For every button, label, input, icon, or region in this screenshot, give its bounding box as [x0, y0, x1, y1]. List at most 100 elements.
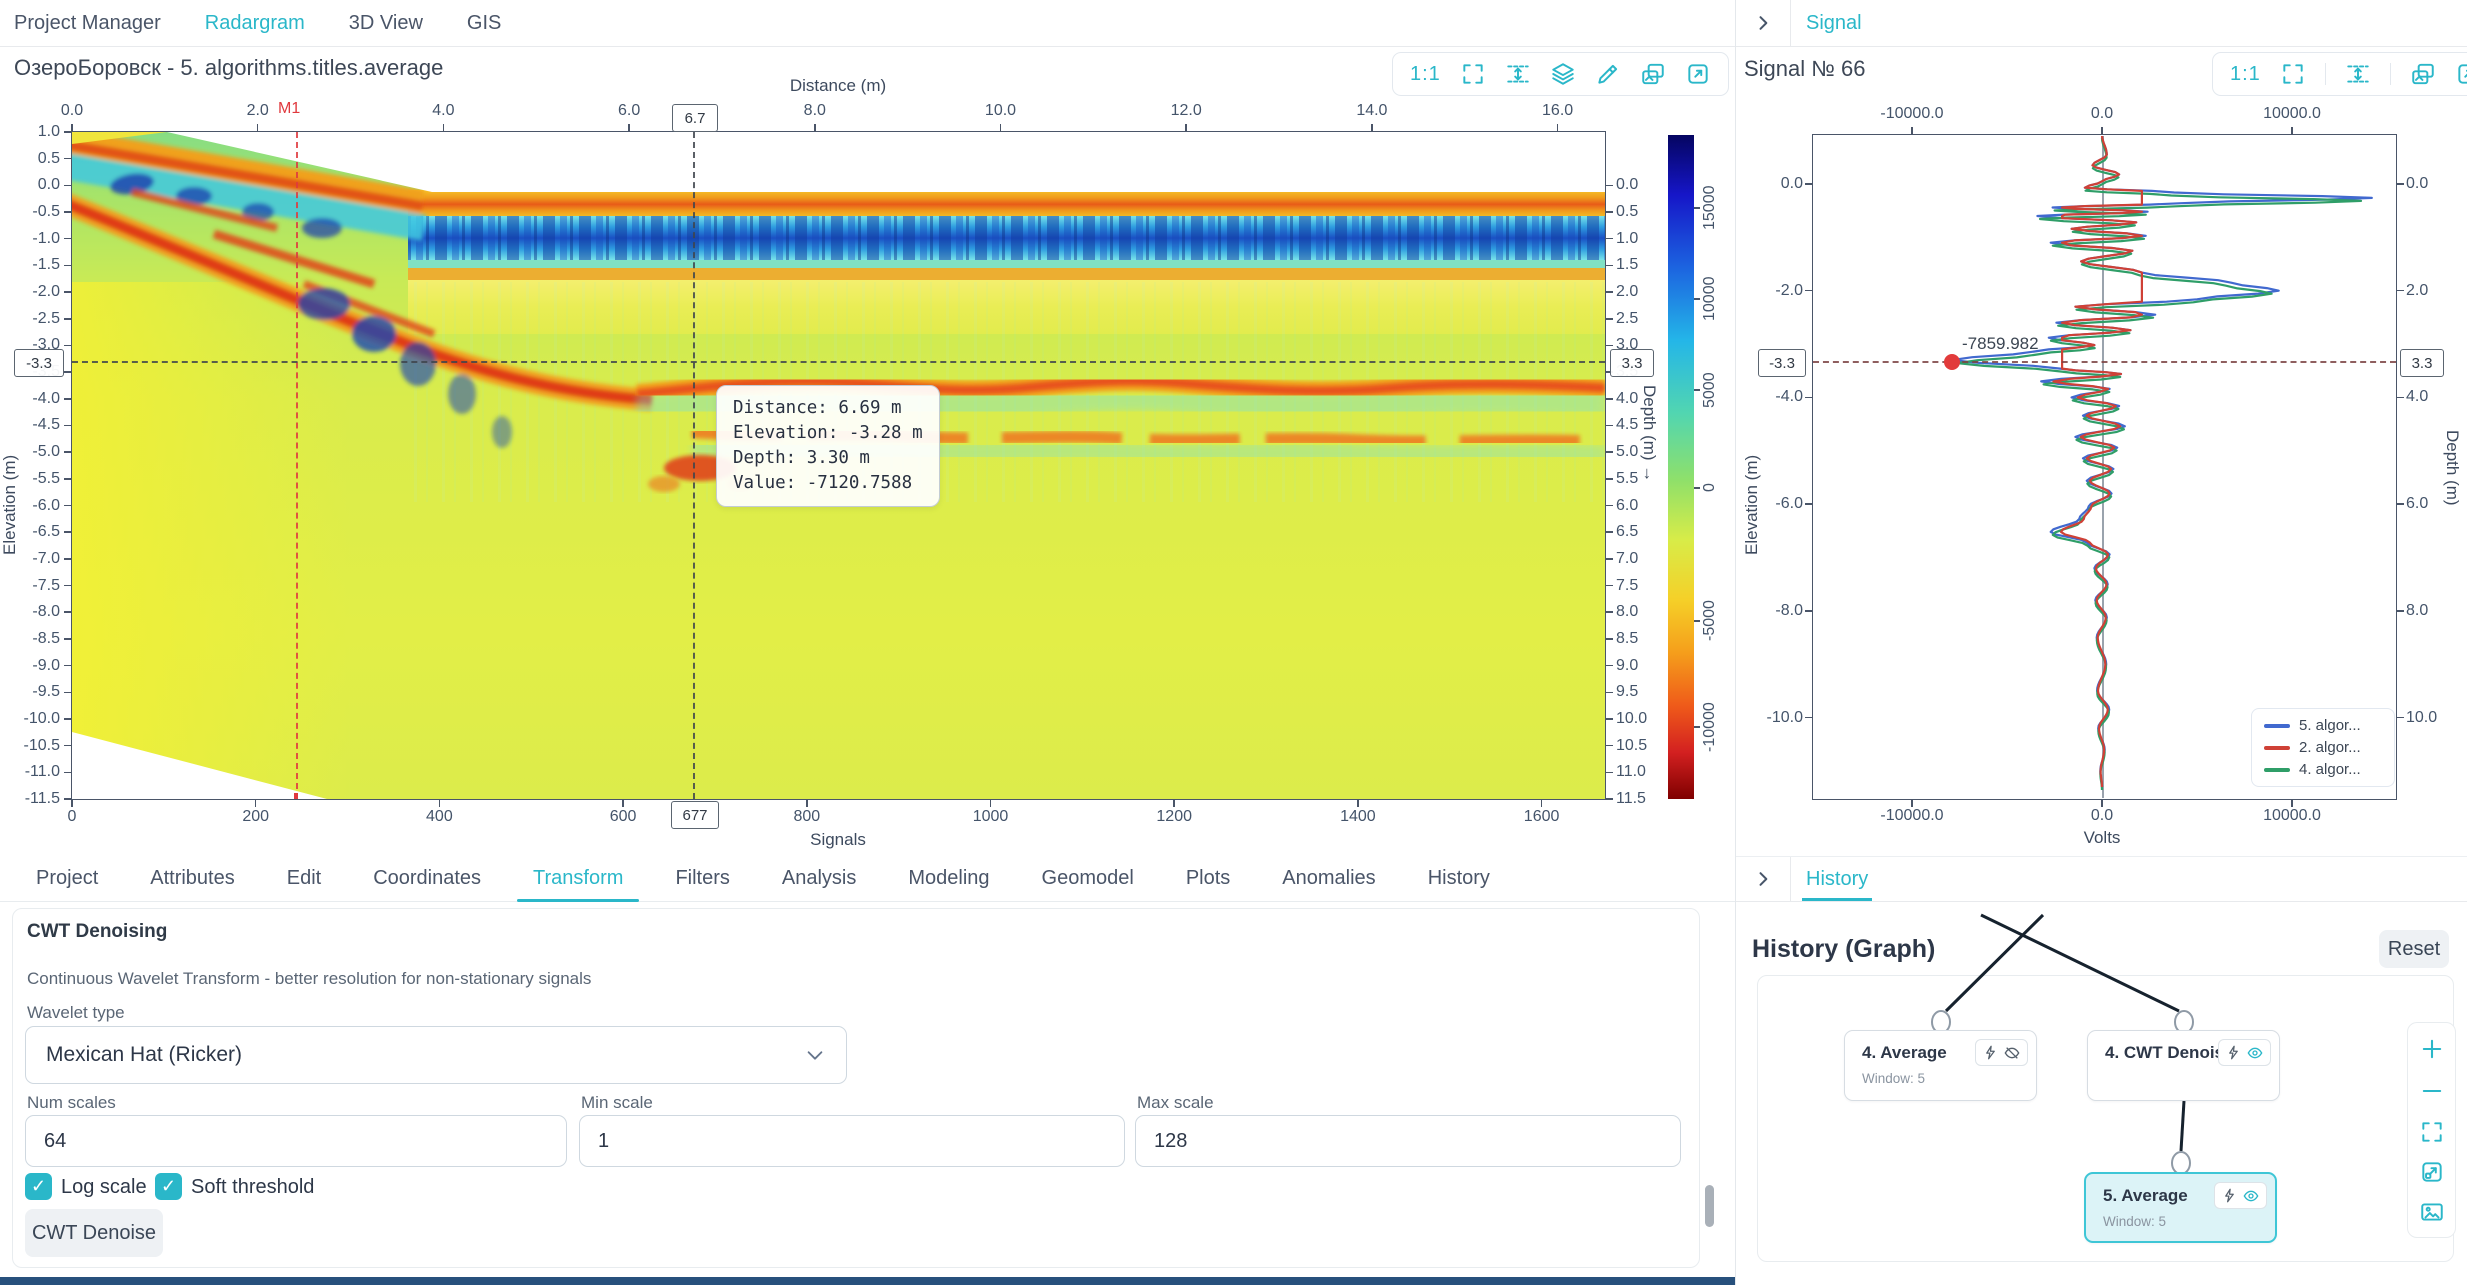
collapse-signal-panel-button[interactable] [1736, 0, 1791, 46]
reset-button[interactable]: Reset [2379, 930, 2449, 968]
history-zoom-in-button[interactable] [2418, 1035, 2446, 1063]
cwt-denoise-button[interactable]: CWT Denoise [25, 1209, 163, 1257]
zap-icon[interactable] [1983, 1045, 1998, 1060]
tab-history[interactable]: History [1806, 857, 1868, 901]
elevation-tick-label: -2.5 [10, 310, 60, 328]
depth-tick-label: 6.5 [1616, 523, 1662, 541]
tab-transform[interactable]: Transform [507, 856, 649, 901]
history-panel-header: History [1736, 856, 2467, 902]
zap-icon[interactable] [2222, 1188, 2237, 1203]
depth-tick-label: 11.0 [1616, 763, 1662, 781]
zap-icon[interactable] [2226, 1045, 2241, 1060]
history-zoom-out-button[interactable] [2418, 1077, 2446, 1105]
horizontal-scrollbar[interactable] [0, 1277, 1735, 1285]
signal-snapshot-button[interactable] [2410, 61, 2436, 87]
nav-item-project-manager[interactable]: Project Manager [14, 12, 161, 35]
marker-m1-foot [294, 793, 298, 799]
nav-item-radargram[interactable]: Radargram [205, 12, 305, 35]
colorbar-tick [1694, 726, 1700, 728]
chevron-right-icon [1753, 13, 1773, 33]
transform-scrollbar-thumb[interactable] [1705, 1185, 1714, 1227]
radargram-snapshot-button[interactable] [1640, 61, 1666, 87]
tab-signal[interactable]: Signal [1806, 0, 1862, 46]
radargram-one-to-one-button[interactable]: 1:1 [1410, 63, 1441, 86]
eye-icon[interactable] [2247, 1045, 2263, 1061]
node-actions [2214, 1182, 2267, 1209]
colorbar-tick [1694, 389, 1700, 391]
log-scale-checkbox[interactable]: ✓ [25, 1173, 52, 1200]
tab-geomodel[interactable]: Geomodel [1016, 856, 1160, 901]
depth-tick-label: 10.5 [1616, 737, 1662, 755]
radargram-draw-button[interactable] [1595, 61, 1621, 87]
tab-modeling[interactable]: Modeling [882, 856, 1015, 901]
signal-amplitude-scale-button[interactable] [2345, 61, 2371, 87]
depth-tick [1605, 238, 1613, 240]
min-scale-input[interactable] [579, 1115, 1125, 1167]
tab-edit[interactable]: Edit [261, 856, 347, 901]
toolbar-separator [2325, 63, 2326, 85]
signal-open-external-button[interactable] [2455, 61, 2467, 87]
elevation-tick-label: -8.5 [10, 630, 60, 648]
tab-filters[interactable]: Filters [649, 856, 755, 901]
signal-elevation-tick-label: -10.0 [1753, 709, 1803, 727]
history-node-cwt4[interactable]: 4. CWT Denoise [2087, 1030, 2280, 1101]
signal-crosshair-line[interactable] [1813, 361, 2396, 363]
top-navigation: Project Manager Radargram 3D View GIS [0, 0, 1735, 47]
crosshair-horizontal-line[interactable] [72, 361, 1605, 363]
tab-plots[interactable]: Plots [1160, 856, 1256, 901]
legend-swatch [2264, 746, 2290, 750]
radargram-amplitude-scale-button[interactable] [1505, 61, 1531, 87]
log-scale-label[interactable]: Log scale [61, 1176, 147, 1199]
soft-threshold-checkbox[interactable]: ✓ [155, 1173, 182, 1200]
collapse-history-panel-button[interactable] [1736, 857, 1791, 901]
radargram-layers-button[interactable] [1550, 61, 1576, 87]
history-node-avg5[interactable]: 5. AverageWindow: 5 [2084, 1172, 2277, 1243]
tooltip-depth: Depth: 3.30 m [733, 446, 923, 471]
signals-tick [1541, 799, 1543, 807]
radargram-fit-screen-button[interactable] [1460, 61, 1486, 87]
history-image-button[interactable] [2419, 1199, 2445, 1225]
marker-m1-label[interactable]: M1 [278, 100, 300, 118]
signal-picked-point[interactable] [1944, 354, 1960, 370]
tab-anomalies[interactable]: Anomalies [1256, 856, 1401, 901]
signals-tick-label: 600 [588, 808, 658, 826]
history-node-avg4[interactable]: 4. AverageWindow: 5 [1844, 1030, 2037, 1101]
signal-one-to-one-button[interactable]: 1:1 [2230, 63, 2261, 86]
nav-item-3d-view[interactable]: 3D View [349, 12, 423, 35]
soft-threshold-label[interactable]: Soft threshold [191, 1176, 314, 1199]
tab-coordinates[interactable]: Coordinates [347, 856, 507, 901]
nav-item-gis[interactable]: GIS [467, 12, 501, 35]
signal-chart-canvas[interactable] [1814, 136, 2395, 798]
num-scales-input[interactable] [25, 1115, 567, 1167]
depth-tick-label: 8.5 [1616, 630, 1662, 648]
eye-off-icon[interactable] [2004, 1045, 2020, 1061]
signal-bottom-tick [1911, 799, 1913, 807]
depth-tick [1605, 185, 1613, 187]
tab-history[interactable]: History [1402, 856, 1516, 901]
colorbar-tick [1694, 620, 1700, 622]
tab-attributes[interactable]: Attributes [124, 856, 260, 901]
history-resize-button[interactable] [2419, 1159, 2445, 1185]
max-scale-input[interactable] [1135, 1115, 1681, 1167]
crosshair-vertical-line[interactable] [693, 132, 695, 799]
processing-tabs: ProjectAttributesEditCoordinatesTransfor… [0, 856, 1735, 902]
radargram-open-external-button[interactable] [1685, 61, 1711, 87]
signals-tick [71, 799, 73, 807]
wavelet-type-select[interactable]: Mexican Hat (Ricker) [25, 1026, 847, 1084]
depth-tick-label: 0.5 [1616, 203, 1662, 221]
history-fit-screen-button[interactable] [2419, 1119, 2445, 1145]
marker-m1-line[interactable] [296, 132, 298, 799]
signal-elevation-tick-label: -2.0 [1753, 282, 1803, 300]
tab-analysis[interactable]: Analysis [756, 856, 882, 901]
tab-project[interactable]: Project [10, 856, 124, 901]
signal-fit-screen-button[interactable] [2280, 61, 2306, 87]
depth-tick [1605, 585, 1613, 587]
signal-depth-tick [2396, 717, 2404, 719]
elevation-tick-label: 0.5 [10, 150, 60, 168]
signals-axis-title: Signals [798, 830, 878, 850]
elevation-tick-label: -9.0 [10, 657, 60, 675]
signal-depth-badge: 3.3 [2400, 349, 2444, 377]
radargram-toolbar: 1:1 [1392, 52, 1729, 96]
signal-bottom-tick-label: -10000.0 [1867, 807, 1957, 825]
eye-icon[interactable] [2243, 1188, 2259, 1204]
